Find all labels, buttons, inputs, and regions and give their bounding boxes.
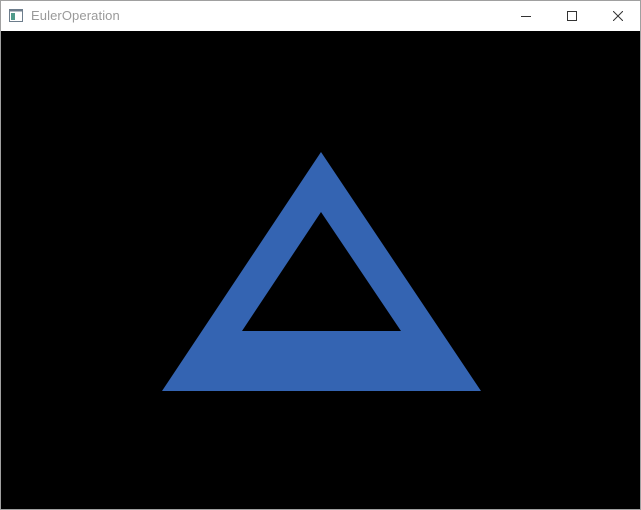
app-window: EulerOperation [0,0,641,510]
triangle-with-hole [162,152,481,391]
maximize-icon [567,11,577,21]
minimize-button[interactable] [503,1,549,31]
render-canvas [162,152,481,391]
title-bar[interactable]: EulerOperation [1,1,640,31]
close-button[interactable] [595,1,641,31]
app-icon [9,9,23,22]
close-icon [613,11,623,21]
minimize-icon [521,16,531,17]
window-title: EulerOperation [31,8,120,23]
render-viewport[interactable] [1,31,640,509]
maximize-button[interactable] [549,1,595,31]
